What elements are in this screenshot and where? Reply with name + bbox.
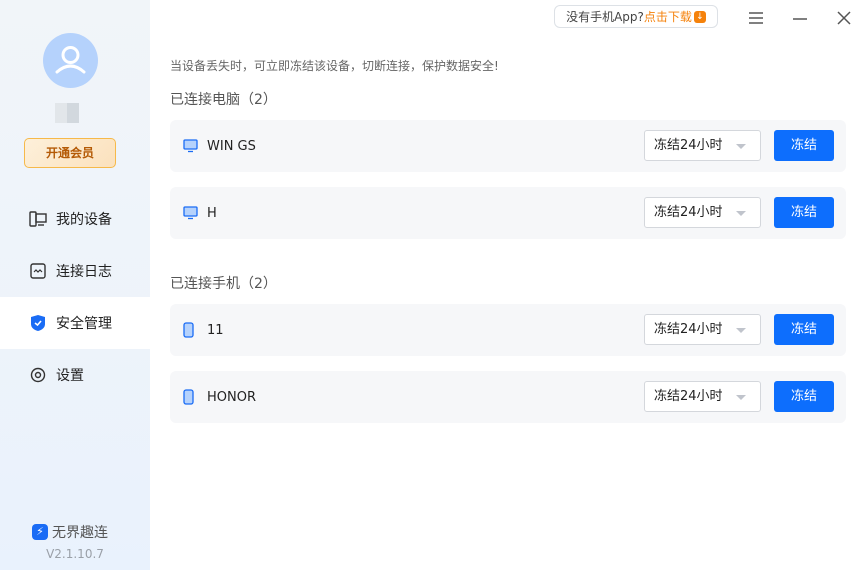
promo-text: 没有手机App? [566, 10, 644, 24]
select-value: 冻结24小时 [654, 322, 723, 337]
sidebar-item-security[interactable]: 安全管理 [0, 297, 150, 349]
chevron-down-icon [736, 328, 746, 333]
log-icon [29, 262, 47, 280]
devices-icon [29, 210, 47, 228]
select-value: 冻结24小时 [654, 389, 723, 404]
freeze-duration-select[interactable]: 冻结24小时 [644, 130, 761, 161]
monitor-icon [183, 139, 198, 153]
device-row: WIN GS 冻结24小时 冻结 [170, 120, 846, 172]
brand: ⚡ 无界趣连 [32, 522, 108, 542]
device-row: H 冻结24小时 冻结 [170, 187, 846, 239]
brand-logo-icon: ⚡ [32, 524, 48, 540]
sidebar-item-label: 设置 [56, 368, 84, 384]
select-value: 冻结24小时 [654, 138, 723, 153]
close-button[interactable] [834, 8, 854, 28]
sidebar-item-label: 连接日志 [56, 264, 112, 280]
menu-icon [749, 12, 763, 24]
brand-name: 无界趣连 [52, 525, 108, 541]
download-app-banner[interactable]: 没有手机App? 点击下载 ↓ [554, 5, 718, 28]
minimize-icon [793, 18, 807, 20]
phone-icon [183, 389, 198, 405]
avatar[interactable] [43, 33, 98, 88]
username-blurred [55, 103, 79, 123]
select-value: 冻结24小时 [654, 205, 723, 220]
sidebar-item-settings[interactable]: 设置 [0, 349, 150, 401]
section-title-computers: 已连接电脑（2） [170, 92, 277, 108]
sidebar-item-connection-log[interactable]: 连接日志 [0, 245, 150, 297]
monitor-icon [183, 206, 198, 220]
device-name: HONOR [207, 389, 256, 405]
device-row: 11 冻结24小时 冻结 [170, 304, 846, 356]
sidebar-item-label: 我的设备 [56, 212, 112, 228]
section-title-phones: 已连接手机（2） [170, 276, 277, 292]
device-row: HONOR 冻结24小时 冻结 [170, 371, 846, 423]
download-link[interactable]: 点击下载 [644, 8, 692, 25]
device-name: 11 [207, 322, 224, 338]
sidebar-item-label: 安全管理 [56, 316, 112, 332]
freeze-duration-select[interactable]: 冻结24小时 [644, 197, 761, 228]
chevron-down-icon [736, 144, 746, 149]
sidebar: 开通会员 我的设备 连接日志 安全管理 设置 ⚡ 无界趣连 V2.1.10.7 [0, 0, 150, 570]
freeze-button[interactable]: 冻结 [774, 314, 834, 345]
freeze-duration-select[interactable]: 冻结24小时 [644, 381, 761, 412]
freeze-button[interactable]: 冻结 [774, 381, 834, 412]
vip-button[interactable]: 开通会员 [24, 138, 116, 168]
freeze-button[interactable]: 冻结 [774, 197, 834, 228]
close-icon [837, 11, 851, 25]
freeze-button[interactable]: 冻结 [774, 130, 834, 161]
menu-button[interactable] [746, 8, 766, 28]
minimize-button[interactable] [790, 8, 810, 28]
shield-icon [29, 314, 47, 332]
chevron-down-icon [736, 211, 746, 216]
security-tip: 当设备丢失时，可立即冻结该设备，切断连接，保护数据安全! [170, 59, 499, 73]
settings-icon [29, 366, 47, 384]
sidebar-item-my-devices[interactable]: 我的设备 [0, 193, 150, 245]
freeze-duration-select[interactable]: 冻结24小时 [644, 314, 761, 345]
chevron-down-icon [736, 395, 746, 400]
phone-icon [183, 322, 198, 338]
download-icon: ↓ [693, 10, 706, 23]
device-name: WIN GS [207, 138, 256, 154]
version-label: V2.1.10.7 [46, 547, 104, 561]
device-name: H [207, 205, 217, 221]
